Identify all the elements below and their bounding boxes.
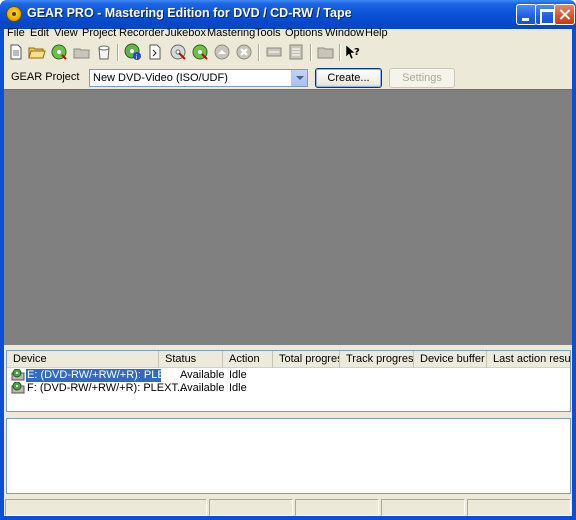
status-panel	[5, 499, 207, 516]
open-folder-icon[interactable]	[73, 43, 91, 61]
device-status: Available	[180, 382, 225, 394]
disc-info-icon[interactable]: i	[124, 43, 142, 61]
add-to-project-icon[interactable]	[50, 43, 68, 61]
help-pointer-icon[interactable]: ?	[344, 43, 362, 61]
svg-text:?: ?	[354, 47, 360, 58]
device-list-header: Device Status Action Total progress Trac…	[7, 351, 570, 368]
col-device[interactable]: Device	[7, 351, 159, 368]
project-type-value: New DVD-Video (ISO/UDF)	[93, 72, 228, 84]
device-action: Idle	[229, 382, 247, 394]
menu-edit[interactable]: Edit	[30, 27, 49, 39]
col-device-buffer[interactable]: Device buffer	[414, 351, 487, 368]
eject-icon[interactable]	[213, 43, 231, 61]
project-workspace[interactable]	[4, 89, 572, 345]
create-button[interactable]: Create...	[315, 68, 382, 88]
dvd-drive-icon	[11, 369, 25, 381]
maximize-button[interactable]	[535, 4, 556, 25]
save-icon[interactable]	[95, 43, 113, 61]
table-row[interactable]: F: (DVD-RW/+RW/+R): PLEXT... Available I…	[7, 382, 570, 395]
menu-options[interactable]: Options	[285, 27, 323, 39]
col-track-progress[interactable]: Track progress	[340, 351, 414, 368]
close-button[interactable]	[554, 4, 575, 25]
status-panel	[209, 499, 293, 516]
disc-disabled-icon[interactable]	[235, 43, 253, 61]
menu-window[interactable]: Window	[325, 27, 364, 39]
status-panel	[467, 499, 571, 516]
chevron-down-icon[interactable]	[291, 70, 307, 86]
status-panel	[295, 499, 379, 516]
menu-bar: File Edit View Project Recorder Jukebox …	[4, 27, 572, 41]
new-project-icon[interactable]	[7, 43, 25, 61]
gear-project-label: GEAR Project	[11, 71, 80, 83]
project-type-dropdown[interactable]: New DVD-Video (ISO/UDF)	[89, 69, 308, 87]
menu-project[interactable]: Project	[82, 27, 116, 39]
title-bar[interactable]: GEAR PRO - Mastering Edition for DVD / C…	[0, 0, 576, 29]
log-pane[interactable]	[6, 418, 571, 494]
col-last-action-result[interactable]: Last action result	[487, 351, 570, 368]
device-list: Device Status Action Total progress Trac…	[6, 350, 571, 412]
col-total-progress[interactable]: Total progress	[273, 351, 340, 368]
app-logo-icon[interactable]	[6, 6, 22, 22]
device-name: F: (DVD-RW/+RW/+R): PLEXT...	[27, 382, 187, 394]
properties-icon[interactable]	[287, 43, 305, 61]
main-toolbar: i ?	[4, 43, 572, 62]
menu-tools[interactable]: Tools	[255, 27, 281, 39]
status-bar	[4, 497, 572, 516]
toolbar-separator	[258, 44, 260, 61]
device-action: Idle	[229, 369, 247, 381]
menu-mastering[interactable]: Mastering	[207, 27, 255, 39]
import-session-icon[interactable]	[146, 43, 164, 61]
menu-recorder[interactable]: Recorder	[119, 27, 164, 39]
erase-disc-icon[interactable]	[169, 43, 187, 61]
device-log-icon[interactable]	[265, 43, 283, 61]
copy-disc-icon[interactable]	[191, 43, 209, 61]
settings-button[interactable]: Settings	[389, 68, 455, 88]
toolbar-separator	[310, 44, 312, 61]
toolbar-separator	[117, 44, 119, 61]
menu-file[interactable]: File	[7, 27, 25, 39]
app-window: GEAR PRO - Mastering Edition for DVD / C…	[0, 0, 576, 520]
device-name: E: (DVD-RW/+RW/+R): PLEX...	[26, 369, 182, 382]
client-area: File Edit View Project Recorder Jukebox …	[4, 27, 572, 516]
folder-icon[interactable]	[317, 43, 335, 61]
menu-jukebox[interactable]: Jukebox	[165, 27, 206, 39]
device-status: Available	[180, 369, 225, 381]
minimize-button[interactable]	[516, 4, 537, 25]
window-title: GEAR PRO - Mastering Edition for DVD / C…	[27, 6, 352, 20]
status-panel	[381, 499, 465, 516]
col-action[interactable]: Action	[223, 351, 273, 368]
table-row[interactable]: E: (DVD-RW/+RW/+R): PLEX... Available Id…	[7, 369, 570, 382]
menu-help[interactable]: Help	[365, 27, 388, 39]
open-project-icon[interactable]	[28, 43, 46, 61]
toolbar-separator	[339, 44, 341, 61]
col-status[interactable]: Status	[159, 351, 223, 368]
menu-view[interactable]: View	[54, 27, 78, 39]
dvd-drive-icon	[11, 382, 25, 394]
project-bar: GEAR Project New DVD-Video (ISO/UDF) Cre…	[4, 65, 572, 89]
